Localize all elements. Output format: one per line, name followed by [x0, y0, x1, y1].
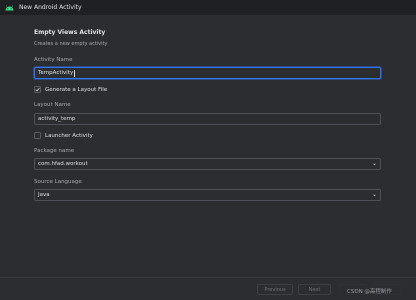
package-name-label: Package name	[34, 148, 75, 154]
next-button[interactable]: Next	[298, 284, 331, 295]
android-icon	[5, 4, 14, 10]
launcher-activity-label: Launcher Activity	[45, 132, 93, 139]
activity-name-value: TempActivity	[38, 70, 74, 76]
generate-layout-label: Generate a Layout File	[45, 86, 108, 93]
activity-name-label: Activity Name	[34, 57, 73, 63]
generate-layout-checkbox[interactable]: Generate a Layout File	[34, 86, 107, 93]
window-titlebar: New Android Activity	[0, 0, 416, 15]
source-language-select[interactable]: Java	[34, 189, 381, 201]
template-description: Creates a new empty activity	[34, 41, 108, 47]
layout-name-label: Layout Name	[34, 102, 71, 108]
window-title: New Android Activity	[19, 4, 82, 11]
launcher-activity-checkbox[interactable]: Launcher Activity	[34, 132, 93, 139]
package-name-value: com.hfad.workout	[38, 161, 88, 167]
generate-layout-checkbox-box[interactable]	[34, 86, 41, 93]
activity-name-input[interactable]: TempActivity	[34, 67, 381, 79]
layout-name-value: activity_temp	[38, 116, 76, 122]
launcher-activity-checkbox-box[interactable]	[34, 132, 41, 139]
watermark-text: CSDN @高程制作	[347, 289, 392, 295]
chevron-down-icon	[373, 194, 376, 197]
text-caret	[73, 69, 75, 77]
checkmark-icon	[35, 87, 40, 92]
source-language-label: Source Language	[34, 179, 82, 185]
template-title: Empty Views Activity	[34, 29, 106, 36]
chevron-down-icon	[373, 163, 376, 166]
dialog-content	[0, 15, 416, 277]
layout-name-input[interactable]: activity_temp	[34, 113, 381, 125]
package-name-select[interactable]: com.hfad.workout	[34, 158, 381, 170]
previous-button[interactable]: Previous	[257, 284, 293, 295]
source-language-value: Java	[38, 192, 50, 198]
